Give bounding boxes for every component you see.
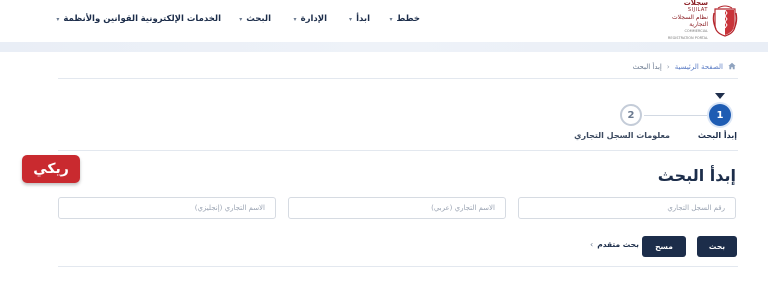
nav-search-label: البحث xyxy=(246,14,271,24)
advanced-search-link[interactable]: بحث متقدم ‹ xyxy=(590,240,639,249)
stepper-divider xyxy=(58,150,738,151)
logo-arabic-name: سجلات xyxy=(683,0,708,7)
watermark-badge: ريكي xyxy=(22,155,80,183)
nav-laws-label: القوانين والأنظمة xyxy=(63,14,138,24)
nav-eservices-label: الخدمات الإلكترونية xyxy=(140,14,221,24)
sijilat-logo[interactable]: سجلات SIJILAT نظام السجلات التجارية COMM… xyxy=(658,0,738,40)
step-indicator-arrow xyxy=(715,93,725,99)
cr-number-input[interactable] xyxy=(518,197,736,219)
nav-plans[interactable]: خطط ▾ xyxy=(389,14,420,24)
trade-name-arabic-input[interactable] xyxy=(288,197,506,219)
logo-latin-sub: COMMERCIAL REGISTRATION PORTAL xyxy=(667,29,708,40)
header-band xyxy=(0,42,768,52)
trade-name-english-input[interactable] xyxy=(58,197,276,219)
chevron-down-icon: ▾ xyxy=(293,15,297,23)
nav-management[interactable]: الإدارة ▾ xyxy=(294,14,327,24)
chevron-down-icon: ▾ xyxy=(389,15,393,23)
bahrain-emblem-icon xyxy=(712,5,738,37)
nav-eservices[interactable]: الخدمات الإلكترونية xyxy=(141,14,221,24)
top-divider xyxy=(58,78,738,79)
nav-management-label: الإدارة xyxy=(300,14,327,24)
breadcrumb: الصفحة الرئيسية › إبدأ البحث xyxy=(633,62,736,72)
main-nav: خطط ▾ ابدأ ▾ الإدارة ▾ البحث ▾ الخدمات ا… xyxy=(56,14,420,28)
top-header: سجلات SIJILAT نظام السجلات التجارية COMM… xyxy=(0,0,768,42)
nav-laws[interactable]: القوانين والأنظمة ▾ xyxy=(56,14,138,24)
advanced-search-label: بحث متقدم xyxy=(597,240,639,249)
step-1-label: إبدأ البحث xyxy=(697,131,737,140)
step-1-circle[interactable]: 1 xyxy=(709,104,731,126)
breadcrumb-separator: › xyxy=(666,63,670,71)
page-title: إبدأ البحث xyxy=(657,166,736,185)
step-2-circle[interactable]: 2 xyxy=(620,104,642,126)
logo-text: سجلات SIJILAT نظام السجلات التجارية COMM… xyxy=(658,0,708,42)
home-icon[interactable] xyxy=(728,62,736,72)
step-connector xyxy=(644,115,708,116)
step-2-label: معلومات السجل التجاري xyxy=(574,131,670,140)
logo-arabic-sub: نظام السجلات التجارية xyxy=(672,14,708,28)
chevron-left-icon: ‹ xyxy=(590,240,594,249)
breadcrumb-home-link[interactable]: الصفحة الرئيسية xyxy=(675,63,723,71)
logo-latin-name: SIJILAT xyxy=(687,7,708,13)
nav-start-label: ابدأ xyxy=(356,14,370,24)
nav-search[interactable]: البحث ▾ xyxy=(239,14,271,24)
chevron-down-icon: ▾ xyxy=(239,15,243,23)
nav-plans-label: خطط xyxy=(396,14,420,24)
search-button[interactable]: بحث xyxy=(697,236,737,257)
bottom-divider xyxy=(58,266,738,267)
clear-button[interactable]: مسح xyxy=(642,236,686,257)
chevron-down-icon: ▾ xyxy=(349,15,353,23)
chevron-down-icon: ▾ xyxy=(56,15,60,23)
nav-start[interactable]: ابدأ ▾ xyxy=(349,14,370,24)
breadcrumb-current: إبدأ البحث xyxy=(632,63,662,71)
